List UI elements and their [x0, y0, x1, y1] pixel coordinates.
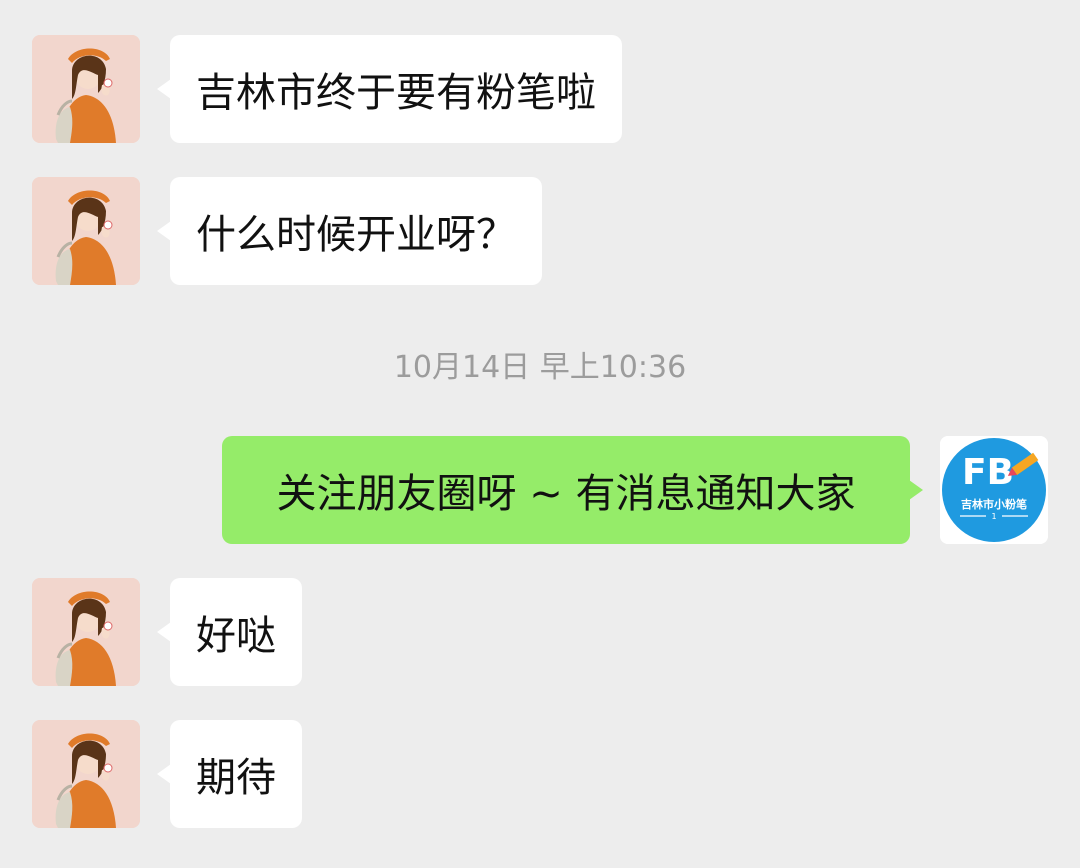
avatar-image	[32, 720, 140, 828]
message-text: 期待	[196, 755, 276, 801]
contact-avatar[interactable]	[32, 578, 140, 686]
message-text: 关注朋友圈呀 ~ 有消息通知大家	[276, 471, 856, 517]
logo-caption: 吉林市小粉笔	[961, 497, 1027, 511]
message-bubble-incoming[interactable]: 好哒	[157, 578, 302, 686]
contact-avatar[interactable]	[32, 720, 140, 828]
message-text: 好哒	[196, 613, 276, 659]
message-bubble-incoming[interactable]: 什么时候开业呀？	[157, 177, 542, 285]
avatar-image	[32, 578, 140, 686]
avatar-image	[32, 35, 140, 143]
contact-avatar[interactable]	[32, 35, 140, 143]
logo-number: 1	[991, 512, 996, 521]
message-text: 吉林市终于要有粉笔啦	[196, 70, 596, 116]
brand-logo-icon: FB 吉林市小粉笔 1	[940, 436, 1048, 544]
brand-avatar[interactable]: FB 吉林市小粉笔 1	[940, 436, 1048, 544]
contact-avatar[interactable]	[32, 177, 140, 285]
avatar-image	[32, 177, 140, 285]
message-bubble-incoming[interactable]: 期待	[157, 720, 302, 828]
message-bubble-outgoing[interactable]: 关注朋友圈呀 ~ 有消息通知大家	[222, 436, 923, 544]
message-timestamp: 10月14日 早上10:36	[393, 350, 687, 385]
message-text: 什么时候开业呀？	[196, 212, 516, 258]
message-bubble-incoming[interactable]: 吉林市终于要有粉笔啦	[157, 35, 622, 143]
chat-window: 吉林市终于要有粉笔啦 什么时候开业呀？ 10月14日 早上10:36 关注朋友圈…	[0, 0, 1080, 868]
logo-text: FB	[962, 452, 1014, 493]
